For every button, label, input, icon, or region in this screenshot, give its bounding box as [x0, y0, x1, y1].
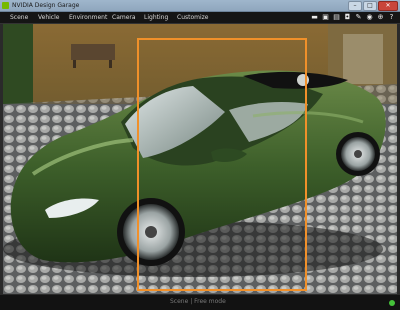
camera-icon[interactable]: ◘ — [343, 13, 352, 22]
eye-icon[interactable]: ◉ — [365, 13, 374, 22]
target-icon[interactable]: ⊕ — [376, 13, 385, 22]
window-controls: – □ ✕ — [348, 1, 398, 11]
save-icon[interactable]: ▣ — [321, 13, 330, 22]
help-icon[interactable]: ? — [387, 13, 396, 22]
status-indicator-icon — [389, 300, 395, 306]
brush-icon[interactable]: ✎ — [354, 13, 363, 22]
menu-scene[interactable]: Scene — [10, 12, 28, 23]
menu-lighting[interactable]: Lighting — [144, 12, 168, 23]
menu-bar: Scene Vehicle Environment Camera Lightin… — [0, 12, 400, 24]
status-bar: Scene | Free mode — [0, 295, 400, 310]
minimize-button[interactable]: – — [348, 1, 362, 11]
menu-camera[interactable]: Camera — [112, 12, 136, 23]
title-bar: NVIDIA Design Garage – □ ✕ — [0, 0, 400, 12]
window-title: NVIDIA Design Garage — [12, 2, 80, 9]
app-window: NVIDIA Design Garage – □ ✕ Scene Vehicle… — [0, 0, 400, 310]
menu-vehicle[interactable]: Vehicle — [38, 12, 59, 23]
render-viewport[interactable] — [3, 24, 397, 294]
maximize-button[interactable]: □ — [363, 1, 377, 11]
car-render — [3, 24, 397, 294]
toolbar: ▬ ▣ ▤ ◘ ✎ ◉ ⊕ ? — [310, 13, 396, 22]
folder-icon[interactable]: ▬ — [310, 13, 319, 22]
close-button[interactable]: ✕ — [378, 1, 398, 11]
status-text: Scene | Free mode — [170, 298, 226, 305]
export-icon[interactable]: ▤ — [332, 13, 341, 22]
nvidia-logo-icon — [2, 2, 9, 9]
menu-environment[interactable]: Environment — [69, 12, 107, 23]
menu-customize[interactable]: Customize — [177, 12, 209, 23]
